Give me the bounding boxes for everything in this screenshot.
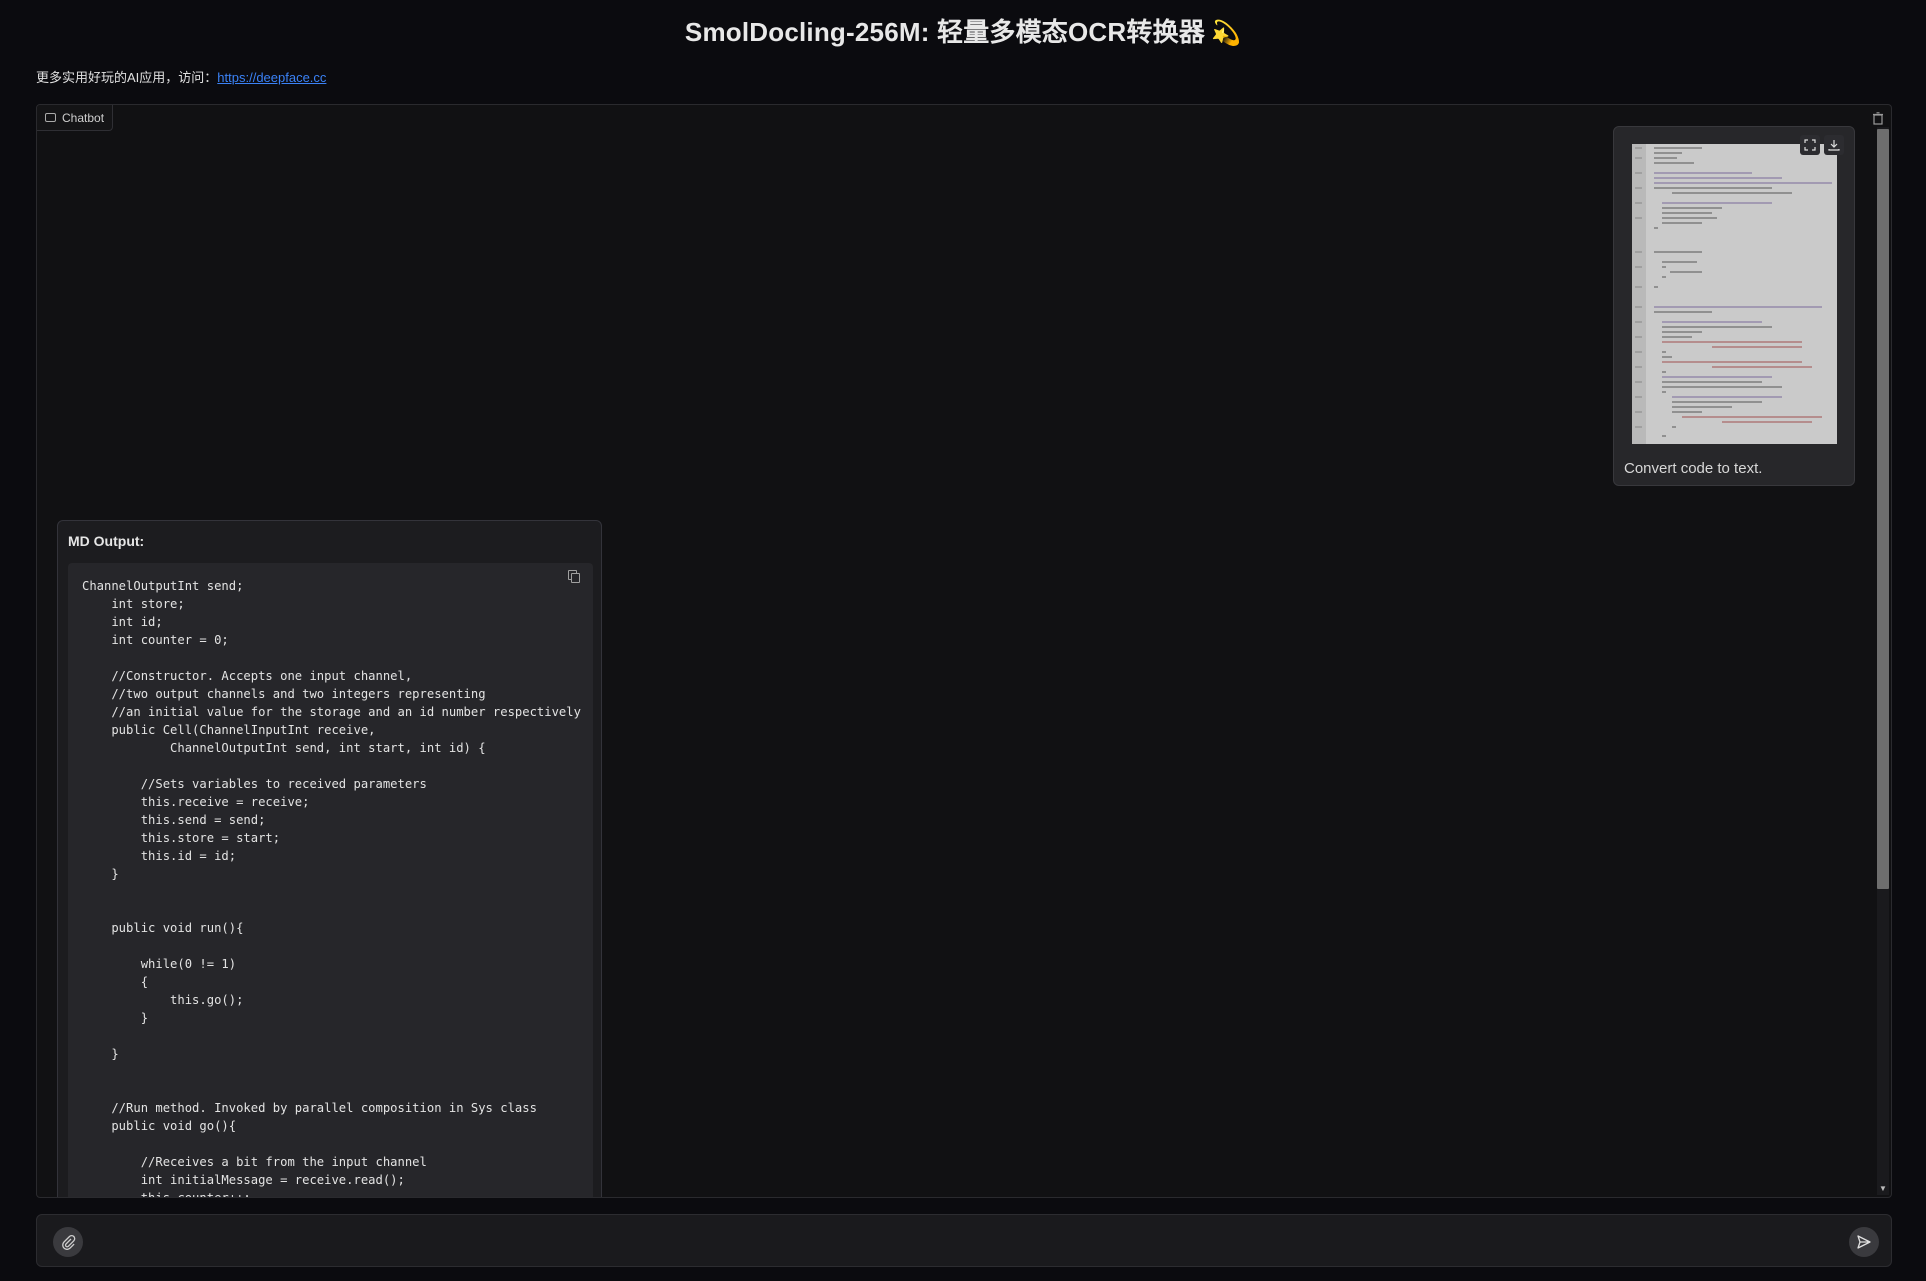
message-input[interactable] [97, 1225, 1817, 1257]
subtitle-text: 更多实用好玩的AI应用，访问： [36, 70, 218, 85]
sparkle-icon: 💫 [1210, 20, 1242, 47]
code-screenshot-image[interactable] [1632, 144, 1837, 444]
scroll-down-icon[interactable]: ▼ [1877, 1183, 1889, 1195]
deepface-link[interactable]: https://deepface.cc [217, 70, 326, 85]
download-button[interactable] [1824, 135, 1844, 155]
fullscreen-button[interactable] [1800, 135, 1820, 155]
send-icon [1857, 1235, 1871, 1249]
attach-button[interactable] [53, 1227, 83, 1257]
chat-bubble-icon [45, 113, 56, 122]
send-button[interactable] [1849, 1227, 1879, 1257]
code-content: ChannelOutputInt send; int store; int id… [82, 579, 581, 1198]
chatbot-label: Chatbot [37, 105, 114, 131]
chatbot-label-text: Chatbot [62, 110, 105, 125]
user-message-caption: Convert code to text. [1624, 460, 1763, 477]
scrollbar-thumb[interactable] [1877, 129, 1889, 889]
paperclip-icon [62, 1234, 76, 1250]
chat-scrollbar[interactable]: ▼ [1877, 127, 1889, 1195]
md-output-heading: MD Output: [68, 533, 145, 549]
subtitle: 更多实用好玩的AI应用，访问：https://deepface.cc [36, 67, 326, 86]
page-title: SmolDocling-256M: 轻量多模态OCR转换器 💫 [0, 12, 1926, 49]
page-title-text: SmolDocling-256M: 轻量多模态OCR转换器 [684, 17, 1205, 47]
message-input-bar [36, 1214, 1892, 1267]
trash-icon[interactable] [1869, 109, 1887, 127]
copy-icon[interactable] [567, 569, 583, 585]
expand-icon [1804, 139, 1816, 151]
bot-message: MD Output: ChannelOutputInt send; int st… [57, 520, 602, 1198]
download-icon [1828, 140, 1840, 151]
code-block: ChannelOutputInt send; int store; int id… [68, 563, 593, 1198]
chatbot-panel: Chatbot Convert code to text. MD Output:… [36, 104, 1892, 1198]
user-message: Convert code to text. [1613, 126, 1855, 486]
